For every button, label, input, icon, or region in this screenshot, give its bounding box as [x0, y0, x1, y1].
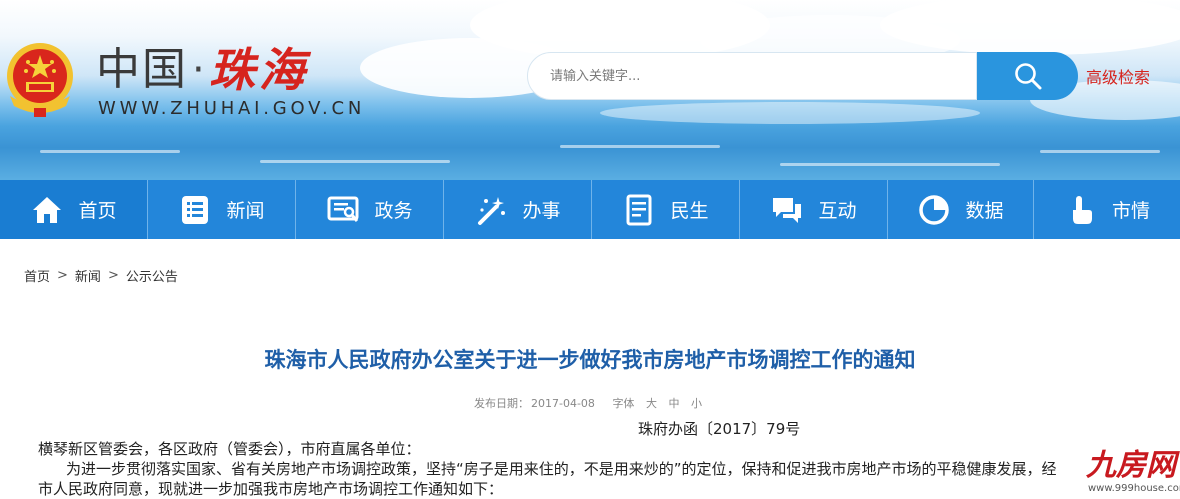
breadcrumb-home[interactable]: 首页 — [24, 266, 50, 285]
wave-decoration — [780, 163, 1000, 166]
nav-item-services[interactable]: 办事 — [444, 180, 592, 239]
document-number: 珠府办函〔2017〕79号 — [638, 420, 801, 438]
breadcrumb-separator: > — [107, 268, 119, 283]
breadcrumb-separator: > — [57, 268, 68, 283]
wave-decoration — [560, 145, 720, 148]
search-button[interactable] — [977, 52, 1078, 100]
nav-label: 新闻 — [226, 200, 265, 222]
publish-date: 2017-04-08 — [531, 397, 595, 410]
article-paragraph: 市人民政府同意，现就进一步加强我市房地产市场调控工作通知如下： — [38, 480, 504, 498]
search-icon — [1014, 63, 1041, 90]
chat-bubbles-icon — [770, 193, 804, 227]
font-size-label: 字体 — [612, 397, 635, 410]
nav-item-news[interactable]: 新闻 — [148, 180, 296, 239]
publish-label: 发布日期： — [474, 397, 529, 410]
nav-item-livelihood[interactable]: 民生 — [592, 180, 740, 239]
nav-item-home[interactable]: 首页 — [0, 180, 148, 239]
site-name-zhuhai: 珠海 — [208, 43, 309, 97]
article-title: 珠海市人民政府办公室关于进一步做好我市房地产市场调控工作的通知 — [264, 348, 916, 372]
advanced-search-link[interactable]: 高级检索 — [1086, 64, 1150, 88]
search-input[interactable] — [528, 53, 976, 99]
nav-label: 互动 — [818, 200, 857, 222]
nav-item-data[interactable]: 数据 — [888, 180, 1034, 239]
national-emblem-icon — [7, 43, 73, 117]
breadcrumb-announcements[interactable]: 公示公告 — [126, 266, 178, 285]
article-meta: 发布日期： 2017-04-08 字体 大 中 小 — [474, 395, 704, 411]
site-logo[interactable]: 中国 · 珠海 — [96, 44, 309, 96]
font-size-medium[interactable]: 中 — [668, 397, 679, 410]
nav-label: 首页 — [78, 200, 117, 222]
services-magic-wand-icon — [474, 193, 508, 227]
livelihood-document-icon — [622, 193, 656, 227]
site-name-china: 中国 — [96, 44, 188, 95]
nav-label: 政务 — [374, 200, 413, 222]
watermark-logo: 九房网 www.999house.com — [1086, 449, 1180, 499]
nav-item-interaction[interactable]: 互动 — [740, 180, 888, 239]
news-list-icon — [178, 193, 212, 227]
article-paragraph: 为进一步贯彻落实国家、省有关房地产市场调控政策，坚持“房子是用来住的，不是用来炒… — [66, 460, 1057, 478]
pie-chart-icon — [917, 193, 951, 227]
breadcrumb-news[interactable]: 新闻 — [75, 266, 101, 285]
nav-item-city-info[interactable]: 市情 — [1034, 180, 1180, 239]
header-banner: 中国 · 珠海 WWW.ZHUHAI.GOV.CN 高级检索 — [0, 0, 1180, 180]
watermark-main: 九房网 — [1086, 448, 1176, 483]
site-url: WWW.ZHUHAI.GOV.CN — [98, 98, 366, 119]
wave-decoration — [1040, 150, 1160, 153]
search-box — [527, 52, 977, 100]
breadcrumb: 首页 > 新闻 > 公示公告 — [24, 266, 178, 285]
font-size-small[interactable]: 小 — [691, 397, 702, 410]
nav-label: 民生 — [670, 200, 709, 222]
nav-item-government[interactable]: 政务 — [296, 180, 444, 239]
government-affairs-icon — [326, 193, 360, 227]
main-nav: 首页 新闻 政务 办事 民生 互动 数据 市情 — [0, 180, 1180, 239]
pointer-hand-icon — [1064, 193, 1098, 227]
site-name-dot: · — [192, 47, 205, 93]
cloud-decoration — [600, 102, 980, 124]
nav-label: 办事 — [522, 200, 561, 222]
nav-label: 数据 — [965, 200, 1004, 222]
watermark-url: www.999house.com — [1088, 483, 1180, 494]
nav-label: 市情 — [1111, 200, 1150, 222]
article-salutation: 横琴新区管委会，各区政府（管委会），市府直属各单位： — [38, 440, 421, 458]
wave-decoration — [40, 150, 180, 153]
font-size-large[interactable]: 大 — [646, 397, 657, 410]
home-icon — [30, 193, 64, 227]
wave-decoration — [260, 160, 450, 163]
